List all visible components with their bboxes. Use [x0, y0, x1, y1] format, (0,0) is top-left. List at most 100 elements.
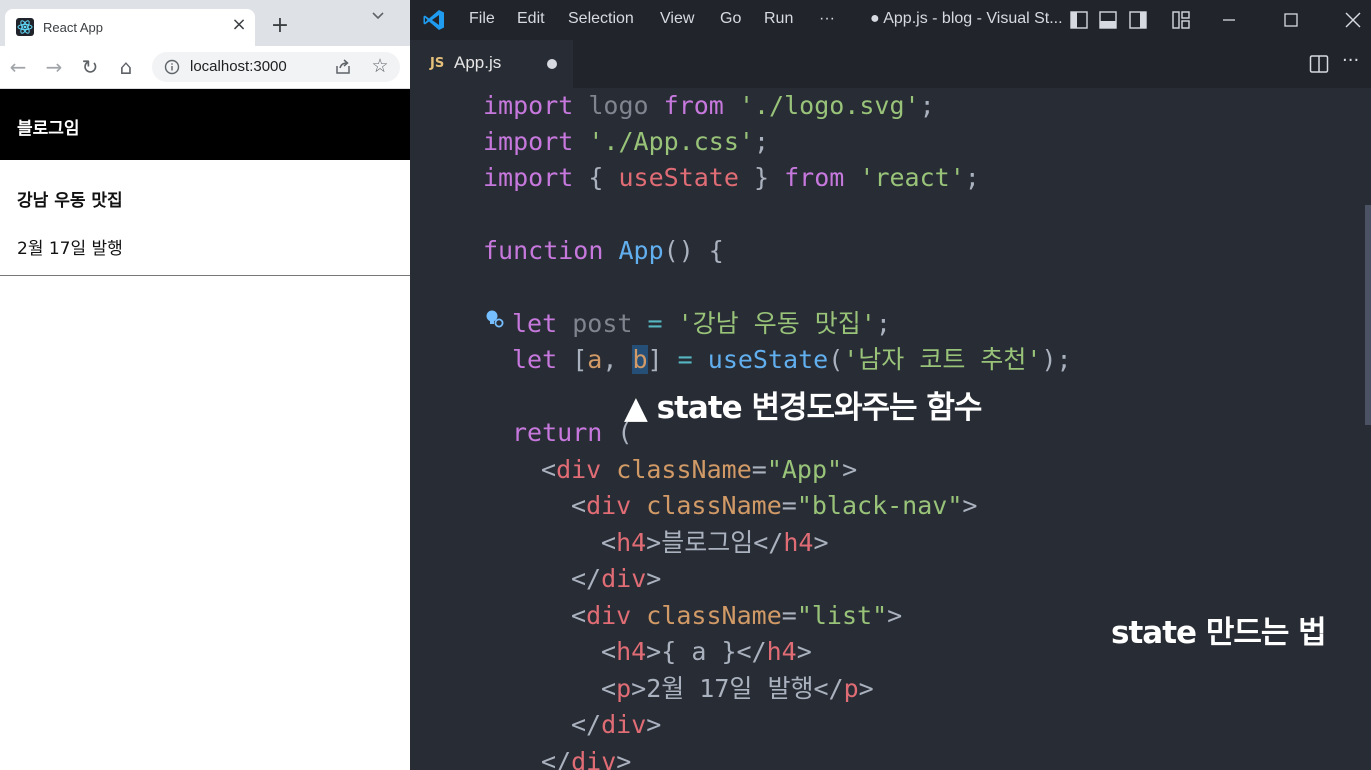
- code-token: import: [483, 91, 574, 120]
- post-list-item: 강남 우동 맛집 2월 17일 발행: [0, 160, 410, 276]
- tab-filename: App.js: [454, 53, 502, 72]
- split-editor-icon[interactable]: [1309, 54, 1329, 74]
- code-token: <: [571, 601, 587, 630]
- home-icon[interactable]: ⌂: [115, 56, 137, 78]
- vscode-logo-icon: [423, 10, 444, 30]
- code-token: <: [601, 674, 617, 703]
- maximize-icon[interactable]: [1276, 6, 1306, 34]
- address-bar[interactable]: localhost:3000 ☆: [152, 52, 400, 82]
- code-token: "list": [796, 601, 888, 630]
- chevron-down-icon[interactable]: [368, 6, 388, 26]
- code-token: className: [646, 601, 782, 630]
- code-token: p: [616, 674, 632, 703]
- close-window-icon[interactable]: [1338, 6, 1368, 34]
- lightbulb-icon[interactable]: [485, 309, 505, 329]
- code-token: 블로그임: [661, 528, 754, 557]
- post-date: 2월 17일 발행: [17, 239, 123, 259]
- bookmark-star-icon[interactable]: ☆: [370, 56, 390, 76]
- scrollbar-track[interactable]: [1360, 88, 1371, 770]
- new-tab-icon[interactable]: +: [268, 14, 292, 38]
- code-token: function: [483, 236, 604, 265]
- code-token: div: [586, 601, 632, 630]
- forward-icon[interactable]: →: [43, 56, 65, 78]
- code-token: useState: [707, 345, 829, 374]
- info-icon[interactable]: [164, 59, 180, 75]
- url-text[interactable]: localhost:3000: [190, 58, 287, 75]
- code-token: "App": [766, 455, 843, 484]
- code-token: >: [813, 528, 829, 557]
- menu-file[interactable]: File: [469, 10, 495, 28]
- back-icon[interactable]: ←: [7, 56, 29, 78]
- customize-layout-icon[interactable]: [1172, 11, 1190, 29]
- code-token: ;: [919, 91, 935, 120]
- code-token: '강남 우동 맛집': [677, 309, 876, 338]
- code-token: =: [781, 601, 797, 630]
- window-title: ● App.js - blog - Visual St...: [870, 10, 1063, 27]
- editor-tab-bar: JS App.js ···: [410, 40, 1371, 88]
- editor-tab-app-js[interactable]: JS App.js: [410, 40, 573, 88]
- toggle-primary-sidebar-icon[interactable]: [1070, 11, 1088, 29]
- code-token: );: [1041, 345, 1072, 374]
- browser-toolbar: ← → ↻ ⌂ localhost:3000 ☆: [0, 46, 410, 89]
- code-line: <h4>블로그임</h4>: [601, 525, 829, 561]
- code-token: import: [483, 127, 574, 156]
- code-token: </: [571, 564, 602, 593]
- code-line: import { useState } from 'react';: [483, 160, 980, 196]
- code-line: <p>2월 17일 발행</p>: [601, 671, 874, 707]
- scrollbar-thumb[interactable]: [1365, 205, 1371, 425]
- menu-view[interactable]: View: [660, 10, 694, 28]
- code-token: >: [796, 637, 812, 666]
- minimize-icon[interactable]: [1214, 6, 1244, 34]
- more-actions-icon[interactable]: ···: [1342, 50, 1359, 71]
- code-token: () {: [663, 236, 724, 265]
- toggle-secondary-sidebar-icon[interactable]: [1129, 11, 1147, 29]
- code-token: </: [736, 637, 767, 666]
- code-token: >: [631, 674, 647, 703]
- post-title: 강남 우동 맛집: [17, 191, 123, 211]
- code-token: logo: [588, 91, 649, 120]
- code-line: import logo from './logo.svg';: [483, 88, 935, 124]
- code-token: a: [587, 345, 603, 374]
- menu-edit[interactable]: Edit: [517, 10, 545, 28]
- code-token: '남자 코트 추천': [843, 345, 1042, 374]
- code-token: div: [601, 564, 647, 593]
- menu-selection[interactable]: Selection: [568, 10, 634, 28]
- close-tab-icon[interactable]: ×: [229, 15, 249, 35]
- share-icon[interactable]: [334, 58, 352, 76]
- code-token: =: [677, 345, 693, 374]
- code-token: post: [572, 309, 633, 338]
- menu-more[interactable]: ···: [819, 10, 835, 28]
- react-logo-icon: [16, 18, 34, 36]
- reload-icon[interactable]: ↻: [79, 56, 101, 78]
- code-token: h4: [616, 528, 647, 557]
- code-token: h4: [616, 637, 647, 666]
- code-token: >: [616, 747, 632, 770]
- code-line: </div>: [571, 707, 661, 743]
- code-token: ]: [647, 345, 663, 374]
- code-line: return (: [512, 415, 632, 451]
- browser-tab[interactable]: React App ×: [5, 9, 255, 46]
- code-editor[interactable]: import logo from './logo.svg'; import '.…: [410, 88, 1371, 770]
- code-token: >: [962, 491, 978, 520]
- toggle-panel-icon[interactable]: [1099, 11, 1117, 29]
- code-line: <div className="App">: [541, 452, 857, 488]
- code-token: './App.css': [588, 127, 754, 156]
- code-token: >: [646, 710, 662, 739]
- code-token: [: [572, 345, 588, 374]
- code-token: (: [617, 418, 633, 447]
- code-token: >: [858, 674, 874, 703]
- code-token: from: [784, 163, 845, 192]
- code-token: >: [646, 564, 662, 593]
- code-token: </: [813, 674, 844, 703]
- code-token: =: [647, 309, 663, 338]
- code-token: className: [646, 491, 782, 520]
- code-token: ;: [753, 127, 770, 156]
- code-token: <: [571, 491, 587, 520]
- menu-go[interactable]: Go: [720, 10, 741, 28]
- menu-run[interactable]: Run: [764, 10, 793, 28]
- code-token: ;: [875, 309, 891, 338]
- code-token: h4: [766, 637, 797, 666]
- unsaved-dot-icon[interactable]: [547, 59, 557, 69]
- code-token: import: [483, 163, 574, 192]
- code-token: p: [843, 674, 859, 703]
